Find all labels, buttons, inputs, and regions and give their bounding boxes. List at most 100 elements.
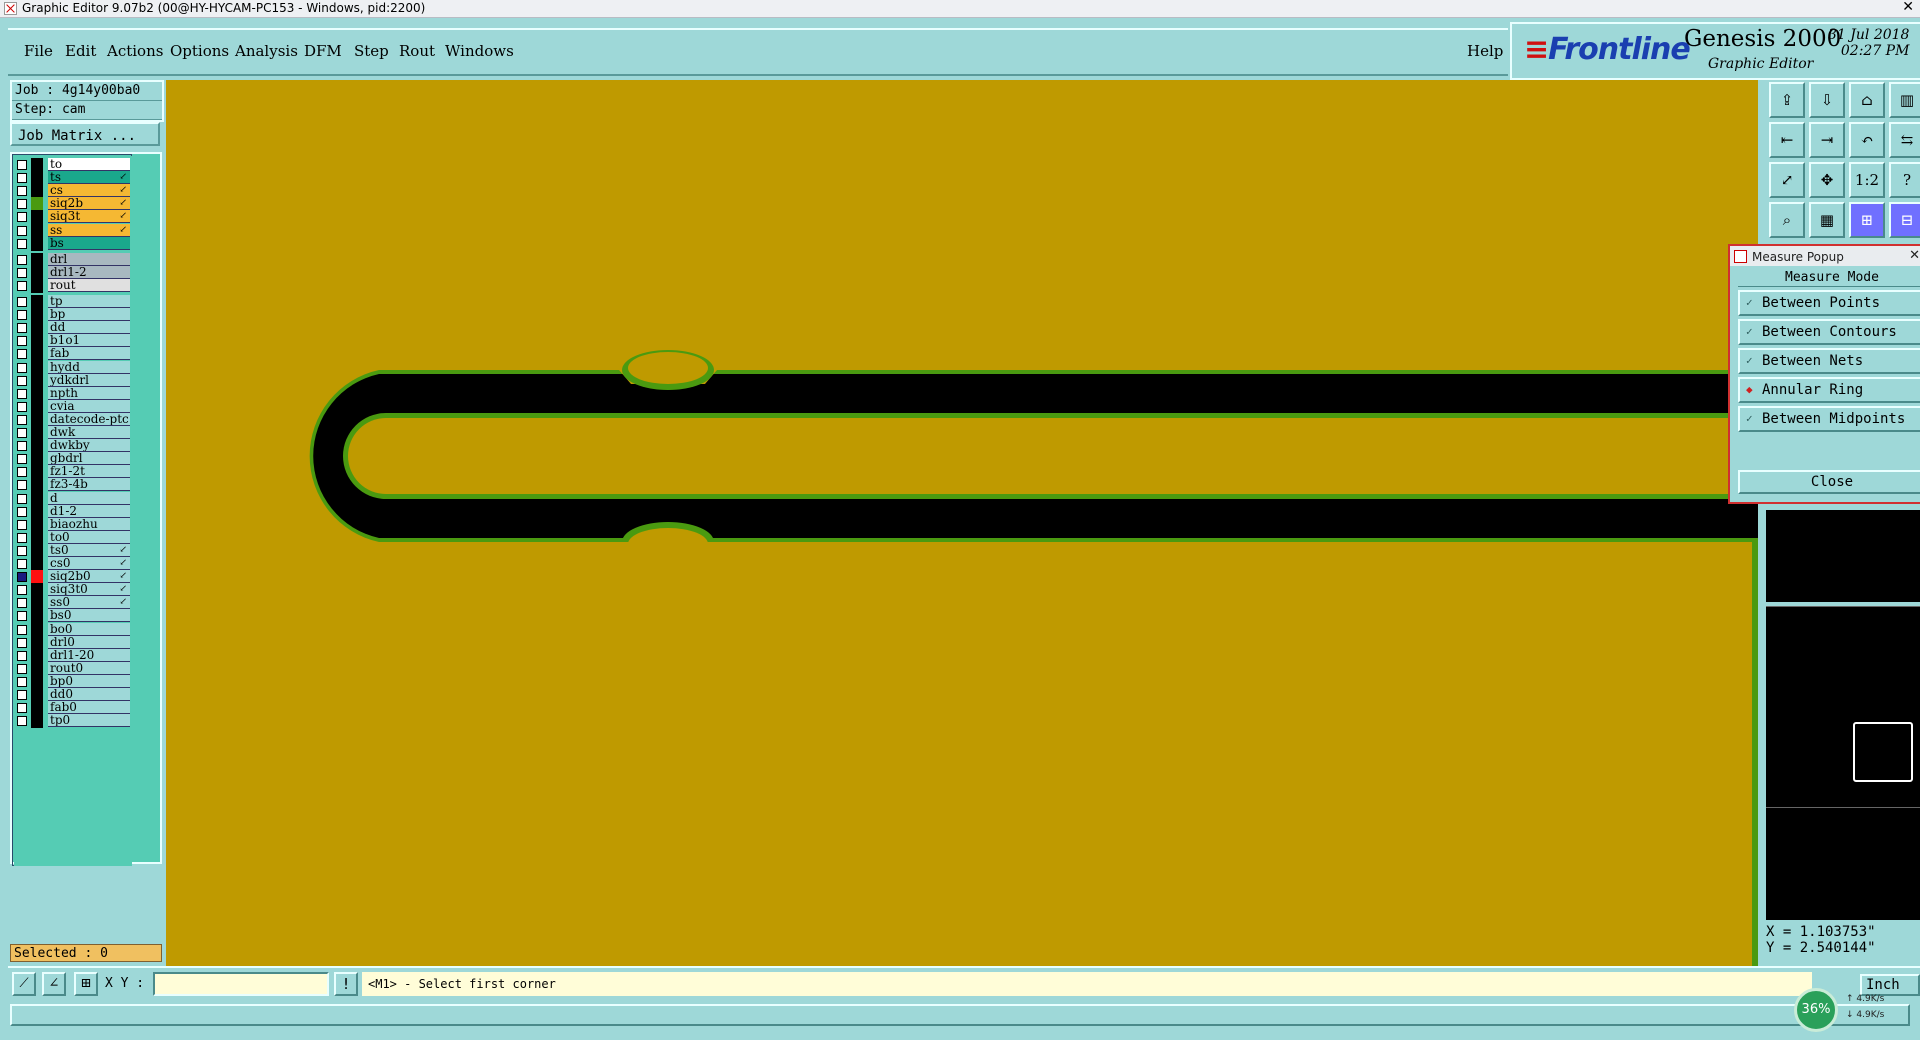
layer-name[interactable]: drl	[48, 252, 130, 266]
layer-checkbox[interactable]	[17, 585, 27, 596]
layer-checkbox[interactable]	[17, 650, 27, 661]
layer-row[interactable]: fab0	[14, 701, 132, 716]
layer-name[interactable]: ss ↙	[48, 223, 130, 237]
layer-checkbox[interactable]	[17, 611, 27, 622]
layer-checkbox[interactable]	[17, 267, 27, 278]
layer-row[interactable]: tp	[14, 295, 132, 309]
layer-row[interactable]: gbdrl	[14, 452, 132, 467]
layer-checkbox[interactable]	[17, 454, 27, 465]
layer-color-swatch[interactable]	[31, 491, 43, 506]
layer-color-swatch[interactable]	[31, 622, 43, 637]
prev-icon[interactable]: ⇤	[1769, 122, 1805, 158]
layer-checkbox[interactable]	[17, 624, 27, 635]
layer-row[interactable]: ss0 ↙	[14, 596, 132, 611]
layer-checkbox[interactable]	[17, 545, 27, 556]
popup-close-icon[interactable]: ✕	[1909, 246, 1920, 266]
route-icon[interactable]: ⇆	[1889, 122, 1920, 158]
layer-row[interactable]: bp	[14, 308, 132, 323]
menu-rout[interactable]: Rout	[399, 42, 435, 60]
save-icon[interactable]: ⇩	[1809, 82, 1845, 118]
next-icon[interactable]: ⇥	[1809, 122, 1845, 158]
layer-checkbox[interactable]	[17, 375, 27, 386]
layer-checkbox[interactable]	[17, 254, 27, 265]
layer-row[interactable]: fz3-4b	[14, 478, 132, 493]
layer-row[interactable]: d1-2	[14, 504, 132, 519]
layer-name[interactable]: ydkdrl	[48, 373, 130, 387]
layer-row[interactable]: ydkdrl	[14, 373, 132, 388]
layer-row[interactable]: rout0	[14, 661, 132, 676]
layer-color-swatch[interactable]	[31, 412, 43, 427]
layer-color-swatch[interactable]	[31, 321, 43, 336]
layer-name[interactable]: datecode-ptc	[48, 412, 130, 426]
snap-icon[interactable]: ⟋	[12, 972, 36, 996]
layer-row[interactable]: npth	[14, 386, 132, 401]
layer-color-swatch[interactable]	[31, 236, 43, 251]
layer-color-swatch[interactable]	[31, 557, 43, 571]
layer-row[interactable]: siq2b0 ↙	[14, 570, 132, 585]
layer-checkbox[interactable]	[17, 186, 27, 197]
layer-checkbox[interactable]	[17, 467, 27, 478]
layer-color-swatch[interactable]	[31, 158, 43, 172]
layer-checkbox[interactable]	[17, 160, 27, 170]
layer-checkbox[interactable]	[17, 506, 27, 517]
layer-color-swatch[interactable]	[31, 426, 43, 440]
layer-name[interactable]: dd	[48, 321, 130, 335]
layer-checkbox[interactable]	[17, 676, 27, 687]
layer-name[interactable]: bp0	[48, 674, 130, 688]
layer-checkbox[interactable]	[17, 532, 27, 543]
home-icon[interactable]: ⌂	[1849, 82, 1885, 118]
layer-color-swatch[interactable]	[31, 334, 43, 349]
layer-checkbox[interactable]	[17, 414, 27, 425]
layer-color-swatch[interactable]	[31, 308, 43, 323]
layer-row[interactable]: siq3t0 ↙	[14, 583, 132, 598]
layer-name[interactable]: cs0 ↙	[48, 557, 130, 570]
menu-windows[interactable]: Windows	[445, 42, 514, 60]
menu-analysis[interactable]: Analysis	[235, 42, 298, 60]
layer-color-swatch[interactable]	[31, 197, 43, 212]
layer-row[interactable]: ts0 ↙	[14, 543, 132, 558]
layer-checkbox[interactable]	[17, 362, 27, 373]
menu-help[interactable]: Help	[1467, 42, 1503, 60]
grid-snap-icon[interactable]: ⊞	[74, 972, 98, 996]
xy-input[interactable]	[153, 972, 329, 996]
layer-name[interactable]: dd0	[48, 688, 130, 701]
center-icon[interactable]: ✥	[1809, 162, 1845, 198]
layer-color-swatch[interactable]	[31, 278, 43, 293]
layer-name[interactable]: tp	[48, 295, 130, 308]
layer-name[interactable]: fz1-2t	[48, 465, 130, 479]
layer-color-swatch[interactable]	[31, 347, 43, 362]
layer-name[interactable]: bs0	[48, 609, 130, 623]
layer-row[interactable]: datecode-ptc	[14, 412, 132, 427]
help-icon[interactable]: ?	[1889, 162, 1920, 198]
layer-color-swatch[interactable]	[31, 674, 43, 689]
layer-checkbox[interactable]	[17, 173, 27, 184]
layer-name[interactable]: fab	[48, 347, 130, 361]
layer-name[interactable]: drl1-20	[48, 648, 130, 662]
layer-b-icon[interactable]: ⊟	[1889, 202, 1920, 238]
layer-row[interactable]: hydd	[14, 360, 132, 375]
layer-name[interactable]: dwkby	[48, 439, 130, 453]
layer-color-swatch[interactable]	[31, 184, 43, 199]
layer-name[interactable]: bp	[48, 308, 130, 322]
menu-dfm[interactable]: DFM	[304, 42, 342, 60]
layer-name[interactable]: siq3t0 ↙	[48, 583, 130, 597]
menu-actions[interactable]: Actions	[107, 42, 163, 60]
layer-row[interactable]: siq2b ↙	[14, 197, 132, 212]
menu-edit[interactable]: Edit	[65, 42, 96, 60]
layer-checkbox[interactable]	[17, 280, 27, 291]
layer-checkbox[interactable]	[17, 310, 27, 321]
layer-row[interactable]: bp0	[14, 674, 132, 689]
layer-row[interactable]: dwkby	[14, 439, 132, 454]
layer-color-swatch[interactable]	[31, 360, 43, 375]
layer-name[interactable]: siq2b0 ↙	[48, 570, 130, 584]
layer-checkbox[interactable]	[17, 663, 27, 674]
window-close-icon[interactable]: ✕	[1902, 0, 1914, 16]
layer-row[interactable]: fz1-2t	[14, 465, 132, 480]
layer-row[interactable]: ts ↙	[14, 171, 132, 186]
layer-checkbox[interactable]	[17, 572, 27, 583]
layer-color-swatch[interactable]	[31, 439, 43, 454]
overview-viewport-box[interactable]	[1853, 722, 1913, 782]
layer-color-swatch[interactable]	[31, 517, 43, 532]
layer-name[interactable]: bs	[48, 236, 130, 250]
menu-file[interactable]: File	[24, 42, 53, 60]
